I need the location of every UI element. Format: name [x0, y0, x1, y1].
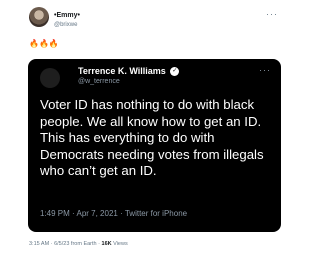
quoted-source[interactable]: Twitter for iPhone: [125, 209, 187, 218]
quoted-date[interactable]: Apr 7, 2021: [76, 209, 117, 218]
quoted-tweet-meta: 1:49 PM · Apr 7, 2021 · Twitter for iPho…: [40, 209, 187, 218]
tweet-author: •Emmy• @brixwe: [54, 9, 80, 29]
quoted-avatar[interactable]: [40, 68, 60, 88]
avatar[interactable]: [29, 7, 49, 27]
tweet-date[interactable]: 6/5/23: [54, 241, 69, 247]
tweet-meta: 3:15 AM · 6/5/23 from Earth · 16K Views: [29, 241, 128, 247]
quoted-author-handle[interactable]: @w_terrence: [78, 78, 120, 85]
tweet-location: from Earth: [70, 241, 97, 247]
views-label: Views: [113, 241, 128, 247]
quoted-more-options-icon[interactable]: ···: [259, 65, 271, 75]
tweet-text: 🔥🔥🔥: [29, 39, 59, 48]
quoted-tweet-card[interactable]: Terrence K. Williams ✓ @w_terrence ··· V…: [28, 59, 281, 232]
quoted-tweet-text: Voter ID has nothing to do with black pe…: [40, 97, 264, 178]
tweet-time: 3:15 AM: [29, 241, 50, 247]
verified-badge-icon: ✓: [170, 67, 180, 77]
author-handle[interactable]: @brixwe: [54, 21, 80, 29]
more-options-icon[interactable]: ···: [266, 9, 278, 19]
views-count: 16K: [101, 241, 112, 247]
quoted-author-name[interactable]: Terrence K. Williams ✓: [78, 66, 180, 77]
quoted-author-name-text[interactable]: Terrence K. Williams: [78, 66, 166, 76]
quoted-time: 1:49 PM: [40, 209, 70, 218]
author-name[interactable]: •Emmy•: [54, 12, 80, 19]
